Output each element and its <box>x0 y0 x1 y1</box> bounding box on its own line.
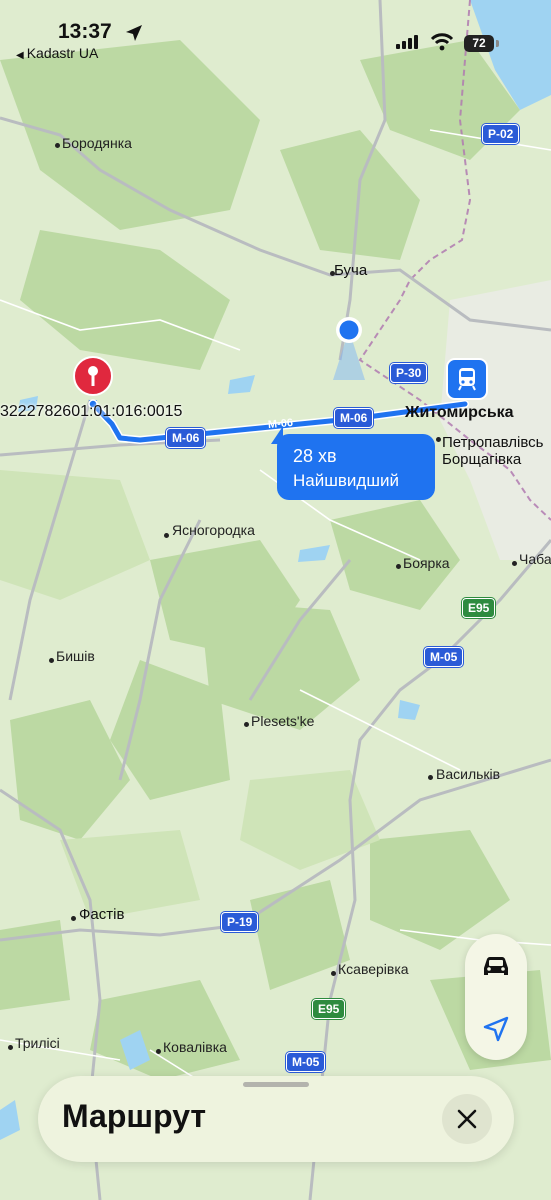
train-station-icon[interactable] <box>446 358 488 400</box>
sheet-grabber[interactable] <box>243 1082 309 1087</box>
label-zhytomyrska[interactable]: Житомирська <box>405 404 514 422</box>
shield-m05-north: M-05 <box>424 647 464 667</box>
shield-p30: P-30 <box>390 363 428 383</box>
route-sheet[interactable]: Маршрут <box>38 1076 514 1162</box>
borodianka-dot <box>55 143 60 148</box>
vasylkiv-dot <box>428 775 433 780</box>
cellular-signal-icon <box>396 35 418 49</box>
label-petropavlivska[interactable]: Петропавлівсь <box>442 434 543 451</box>
back-app-name: Kadastr UA <box>26 45 99 61</box>
label-tryllisy[interactable]: Трилісі <box>15 1035 60 1051</box>
sheet-title: Маршрут <box>62 1098 207 1134</box>
byshiv-dot <box>49 658 54 663</box>
shield-p19: P-19 <box>221 912 259 932</box>
user-location-dot <box>339 320 359 340</box>
close-icon <box>457 1109 477 1129</box>
callout-tail <box>271 426 283 444</box>
battery-cap <box>496 40 499 47</box>
label-fastiv[interactable]: Фастів <box>79 906 124 923</box>
kovalivka-dot <box>156 1049 161 1054</box>
label-boyarka[interactable]: Боярка <box>403 555 450 571</box>
shield-e95-south: E95 <box>312 999 346 1019</box>
car-icon[interactable] <box>478 948 514 984</box>
close-button[interactable] <box>442 1094 492 1144</box>
location-services-icon <box>126 25 142 41</box>
yasnohorodka-dot <box>164 533 169 538</box>
label-byshiv[interactable]: Бишів <box>56 648 95 664</box>
back-to-app-link[interactable]: ◀ Kadastr UA <box>16 45 98 61</box>
status-bar: 13:37 ◀ Kadastr UA 72 <box>0 0 551 70</box>
status-time: 13:37 <box>58 20 112 43</box>
shield-p02: P-02 <box>482 124 520 144</box>
shield-e95-north: E95 <box>462 598 496 618</box>
label-yasnohorodka[interactable]: Ясногородка <box>172 522 255 538</box>
label-borshchahivka[interactable]: Борщагівка <box>442 451 521 468</box>
label-borodianka[interactable]: Бородянка <box>62 135 132 151</box>
map-controls <box>465 934 527 1060</box>
route-duration: 28 хв <box>293 446 337 466</box>
wifi-icon <box>430 33 454 51</box>
parcel-label[interactable]: 3222782601:01:016:0015 <box>0 403 182 421</box>
label-vasylkiv[interactable]: Васильків <box>436 766 500 782</box>
fastiv-dot <box>71 916 76 921</box>
shield-m06-east: M-06 <box>334 408 374 428</box>
route-callout[interactable]: 28 хв Найшвидший <box>271 426 435 500</box>
tryllisy-dot <box>8 1045 13 1050</box>
plesetske-dot <box>244 722 249 727</box>
battery-icon: 72 <box>464 35 500 53</box>
chaba-dot <box>512 561 517 566</box>
back-arrow-icon: ◀ <box>16 50 24 61</box>
boyarka-dot <box>396 564 401 569</box>
label-kovalivka[interactable]: Ковалівка <box>163 1039 227 1055</box>
location-arrow-icon[interactable] <box>481 1014 511 1044</box>
shield-m05-south: M-05 <box>286 1052 326 1072</box>
label-plesetske[interactable]: Plesets'ke <box>251 713 314 729</box>
label-bucha[interactable]: Буча <box>334 262 367 279</box>
shield-m06-west: M-06 <box>166 428 206 448</box>
label-ksaverivka[interactable]: Ксаверівка <box>338 961 409 977</box>
petropavlivska-dot <box>436 437 441 442</box>
label-chaba[interactable]: Чаба <box>519 551 551 567</box>
route-tag: Найшвидший <box>293 471 399 490</box>
battery-level: 72 <box>464 35 494 52</box>
ksaverivka-dot <box>331 971 336 976</box>
